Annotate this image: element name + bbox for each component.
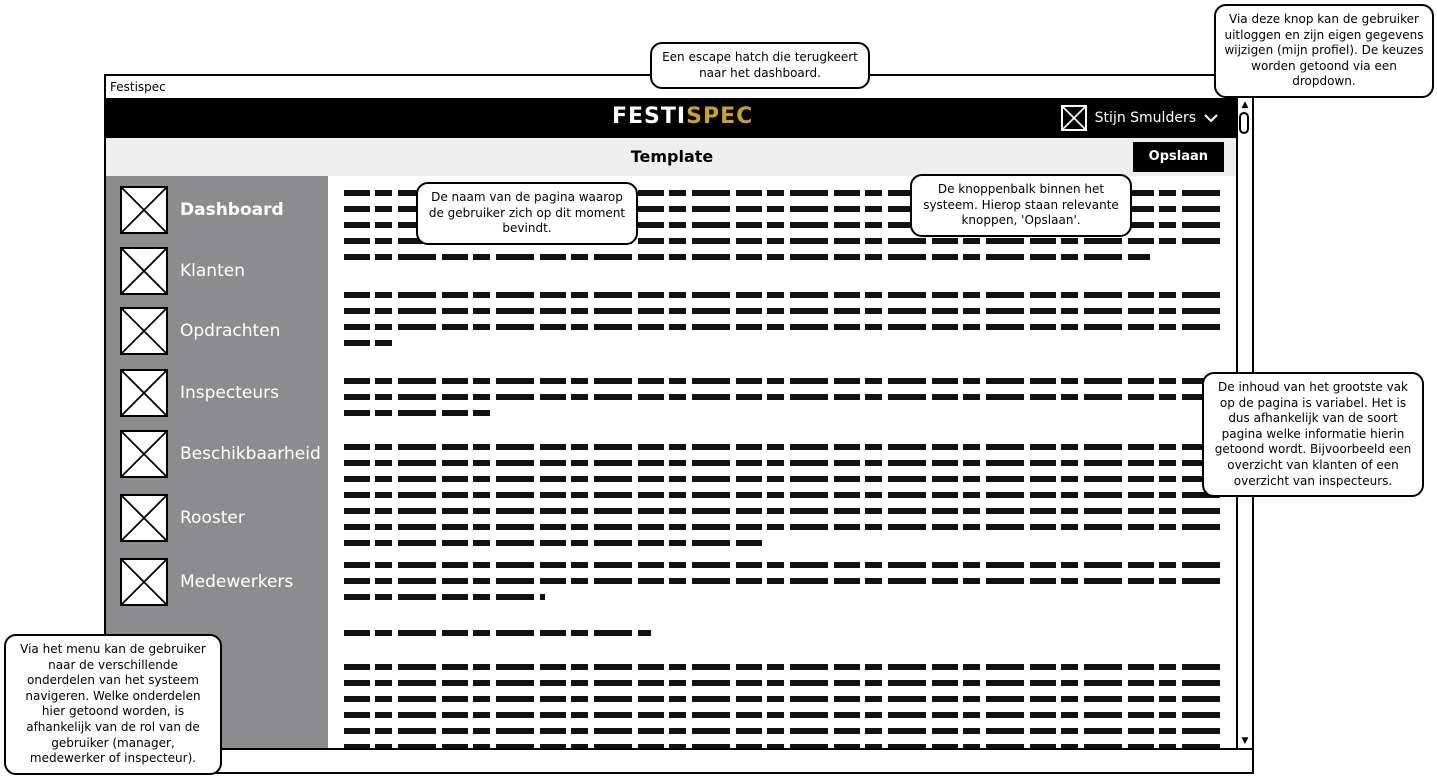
top-header: FESTISPEC Stijn Smulders <box>106 98 1238 138</box>
festispec-logo[interactable]: FESTISPEC <box>612 104 753 129</box>
sidebar-item-label: Rooster <box>180 508 245 528</box>
annotation-menu: Via het menu kan de gebruiker naar de ve… <box>4 634 222 775</box>
placeholder-paragraph <box>344 378 1220 426</box>
image-placeholder-icon <box>120 247 168 295</box>
sidebar-item-klanten[interactable]: Klanten <box>120 247 245 295</box>
annotation-content-area: De inhoud van het grootste vak op de pag… <box>1202 372 1424 498</box>
main-content-area <box>328 176 1238 748</box>
placeholder-paragraph <box>344 562 1220 610</box>
placeholder-paragraph <box>344 292 1220 356</box>
page-title: Template <box>630 147 714 166</box>
sidebar-item-label: Beschikbaarheid <box>180 444 321 464</box>
scroll-up-arrow-icon[interactable]: ▲ <box>1239 100 1251 110</box>
scrollbar-thumb[interactable] <box>1239 112 1249 134</box>
sidebar-item-label: Medewerkers <box>180 572 294 592</box>
image-placeholder-icon <box>120 186 168 234</box>
sidebar-item-label: Klanten <box>180 261 245 281</box>
save-button[interactable]: Opslaan <box>1132 142 1224 172</box>
placeholder-paragraph <box>344 444 1220 556</box>
annotation-page-name: De naam van de pagina waarop de gebruike… <box>416 182 638 245</box>
chevron-down-icon <box>1204 114 1218 123</box>
scroll-down-arrow-icon[interactable]: ▼ <box>1239 736 1251 746</box>
placeholder-paragraph <box>344 664 1220 748</box>
image-placeholder-icon <box>120 558 168 606</box>
annotation-escape-hatch: Een escape hatch die terugkeert naar het… <box>650 42 870 90</box>
sidebar-item-opdrachten[interactable]: Opdrachten <box>120 307 280 355</box>
image-placeholder-icon <box>120 430 168 478</box>
sidebar-item-dashboard[interactable]: Dashboard <box>120 186 284 234</box>
user-name: Stijn Smulders <box>1094 110 1196 126</box>
annotation-button-bar: De knoppenbalk binnen het systeem. Hiero… <box>910 174 1132 237</box>
horizontal-scrollbar-area <box>106 748 1252 772</box>
annotation-user-menu: Via deze knop kan de gebruiker uitloggen… <box>1214 4 1434 98</box>
sidebar-item-medewerkers[interactable]: Medewerkers <box>120 558 293 606</box>
sidebar-item-label: Dashboard <box>180 200 284 220</box>
logo-text-part1: FESTI <box>612 104 687 129</box>
sidebar-item-rooster[interactable]: Rooster <box>120 494 245 542</box>
image-placeholder-icon <box>120 307 168 355</box>
sidebar-item-beschikbaarheid[interactable]: Beschikbaarheid <box>120 430 321 478</box>
user-menu-button[interactable]: Stijn Smulders <box>1060 105 1218 131</box>
image-placeholder-icon <box>1060 105 1087 131</box>
logo-text-part2: SPEC <box>686 104 754 129</box>
button-bar: Template Opslaan <box>106 138 1238 176</box>
placeholder-paragraph <box>344 630 1220 646</box>
sidebar-item-label: Opdrachten <box>180 321 281 341</box>
window-title: Festispec <box>110 80 166 94</box>
sidebar-item-inspecteurs[interactable]: Inspecteurs <box>120 369 279 417</box>
sidebar-item-label: Inspecteurs <box>180 383 279 403</box>
image-placeholder-icon <box>120 494 168 542</box>
image-placeholder-icon <box>120 369 168 417</box>
